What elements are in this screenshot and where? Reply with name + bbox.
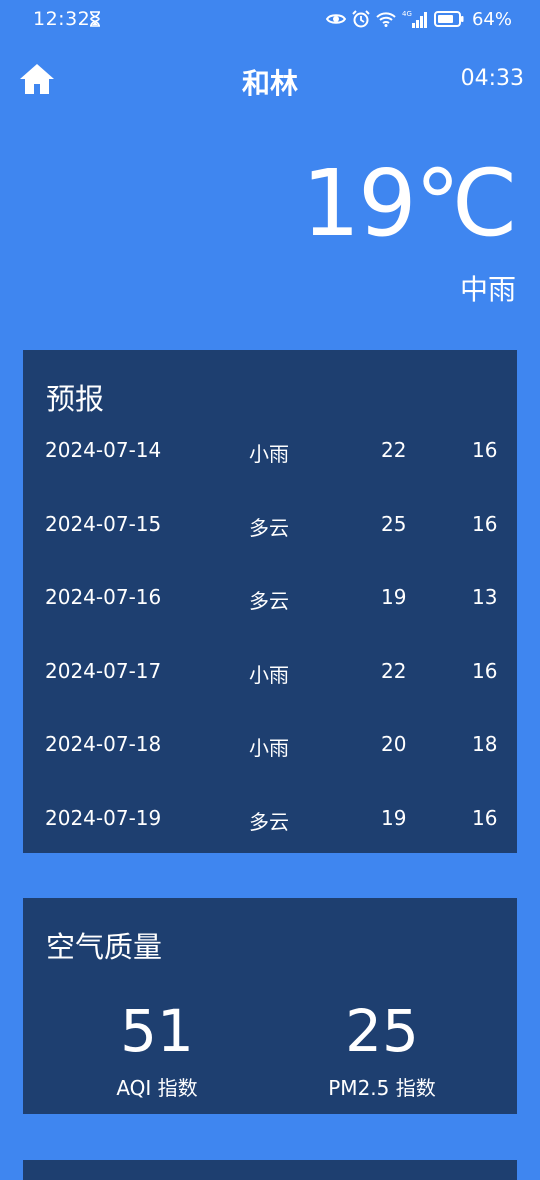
top-bar: 和林 04:33 — [0, 56, 540, 106]
pm25-metric: 25 PM2.5 指数 — [272, 1002, 492, 1101]
current-condition: 中雨 — [459, 273, 516, 306]
forecast-row: 2024-07-17 小雨 22 16 — [23, 651, 517, 691]
forecast-min-temp: 16 — [472, 806, 498, 830]
forecast-condition: 小雨 — [249, 736, 289, 760]
forecast-row: 2024-07-14 小雨 22 16 — [23, 430, 517, 470]
next-panel-partial — [23, 1160, 517, 1180]
forecast-date: 2024-07-14 — [45, 438, 162, 462]
air-quality-panel: 空气质量 51 AQI 指数 25 PM2.5 指数 — [23, 898, 517, 1114]
forecast-row: 2024-07-19 多云 19 16 — [23, 798, 517, 838]
air-quality-title: 空气质量 — [46, 930, 163, 964]
forecast-row: 2024-07-16 多云 19 13 — [23, 577, 517, 617]
forecast-date: 2024-07-17 — [45, 659, 162, 683]
pm25-label: PM2.5 指数 — [328, 1076, 436, 1100]
aqi-label: AQI 指数 — [116, 1076, 198, 1100]
forecast-condition: 小雨 — [249, 442, 289, 466]
forecast-min-temp: 16 — [472, 512, 498, 536]
forecast-date: 2024-07-18 — [45, 732, 162, 756]
aqi-metric: 51 AQI 指数 — [47, 1002, 267, 1101]
forecast-max-temp: 20 — [381, 732, 407, 756]
signal-icon: 4G — [402, 10, 427, 28]
current-temperature: 19℃ — [301, 150, 518, 257]
wifi-icon — [376, 12, 396, 27]
aqi-value: 51 — [120, 997, 194, 1065]
status-bar: 12:32 4G 64% — [0, 0, 540, 40]
forecast-condition: 多云 — [249, 589, 289, 613]
alarm-icon — [352, 10, 370, 28]
forecast-date: 2024-07-16 — [45, 585, 162, 609]
network-label: 4G — [402, 10, 412, 18]
forecast-row: 2024-07-18 小雨 20 18 — [23, 724, 517, 764]
forecast-title: 预报 — [46, 382, 105, 416]
pm25-value: 25 — [345, 997, 419, 1065]
forecast-max-temp: 19 — [381, 585, 407, 609]
forecast-condition: 小雨 — [249, 663, 289, 687]
battery-percent: 64% — [471, 8, 512, 30]
forecast-condition: 多云 — [249, 516, 289, 540]
update-time: 04:33 — [460, 66, 524, 91]
eye-icon — [325, 14, 346, 24]
city-title: 和林 — [241, 67, 298, 100]
forecast-date: 2024-07-15 — [45, 512, 162, 536]
forecast-min-temp: 18 — [472, 732, 498, 756]
forecast-date: 2024-07-19 — [45, 806, 162, 830]
forecast-max-temp: 19 — [381, 806, 407, 830]
forecast-min-temp: 16 — [472, 438, 498, 462]
hourglass-icon — [90, 11, 100, 27]
status-time: 12:32 — [33, 8, 91, 30]
forecast-min-temp: 16 — [472, 659, 498, 683]
forecast-max-temp: 22 — [381, 438, 407, 462]
forecast-max-temp: 22 — [381, 659, 407, 683]
forecast-condition: 多云 — [249, 810, 289, 834]
status-icons: 4G 64% — [325, 7, 512, 31]
forecast-row: 2024-07-15 多云 25 16 — [23, 504, 517, 544]
forecast-panel: 预报 2024-07-14 小雨 22 16 2024-07-15 多云 25 … — [23, 350, 517, 853]
forecast-min-temp: 13 — [472, 585, 498, 609]
forecast-max-temp: 25 — [381, 512, 407, 536]
battery-icon — [433, 11, 464, 27]
